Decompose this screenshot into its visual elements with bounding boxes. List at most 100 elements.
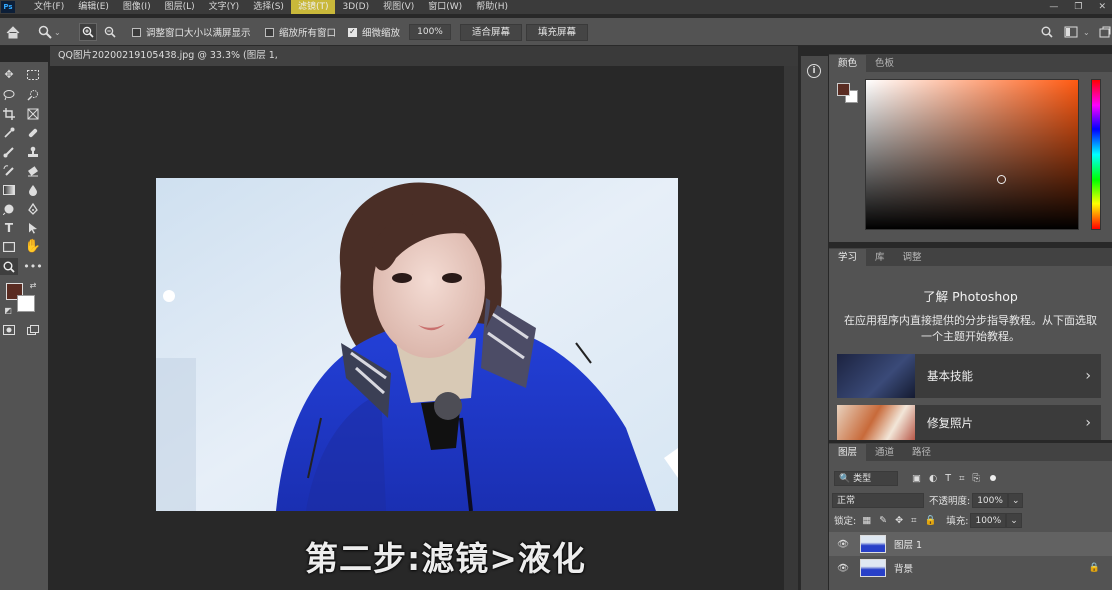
info-icon[interactable]: i — [807, 64, 821, 78]
layer-filter-row: 🔍 类型 ▣◐T⌗⎘ — [834, 467, 997, 489]
home-icon[interactable] — [4, 23, 22, 41]
tab-libraries[interactable]: 库 — [866, 249, 894, 266]
menu-window[interactable]: 窗口(W) — [421, 0, 469, 14]
eraser-tool-icon[interactable] — [24, 162, 42, 179]
chevron-down-icon[interactable]: ⌄ — [1006, 512, 1022, 528]
learn-card-basic-skills[interactable]: 基本技能 › — [837, 354, 1101, 398]
layer-filter-icons[interactable]: ▣◐T⌗⎘ — [912, 473, 988, 484]
screen-mode-icon[interactable] — [24, 321, 42, 338]
zoom-level-value[interactable]: 100% — [409, 24, 451, 40]
zoom-level[interactable]: 100% — [409, 23, 451, 41]
document-tab[interactable]: QQ图片20200219105438.jpg @ 33.3% (图层 1, RG… — [50, 46, 320, 81]
collapsed-panels-strip: i — [800, 56, 828, 590]
menu-layer[interactable]: 图层(L) — [158, 0, 202, 14]
close-window-button[interactable]: ✕ — [1098, 2, 1106, 12]
color-picker-field[interactable] — [865, 79, 1079, 230]
chevron-down-icon[interactable]: ⌄ — [1007, 492, 1024, 508]
learn-card-fix-photo[interactable]: 修复照片 › — [837, 405, 1101, 440]
menu-type[interactable]: 文字(Y) — [202, 0, 247, 14]
zoom-all-windows-option[interactable]: 缩放所有窗口 — [265, 23, 336, 41]
eye-icon[interactable]: 👁 — [835, 539, 851, 550]
blur-tool-icon[interactable] — [24, 181, 42, 198]
resize-windows-checkbox[interactable] — [132, 27, 141, 37]
scrubby-zoom-checkbox[interactable] — [348, 27, 357, 37]
fit-screen-button[interactable]: 适合屏幕 — [460, 23, 523, 41]
layer-row[interactable]: 👁 背景 🔒 — [829, 556, 1112, 580]
zoom-all-windows-checkbox[interactable] — [265, 27, 274, 37]
menu-view[interactable]: 视图(V) — [376, 0, 421, 14]
resize-windows-label: 调整窗口大小以满屏显示 — [146, 28, 251, 39]
type-tool-icon[interactable]: T — [0, 219, 18, 236]
eye-icon[interactable]: 👁 — [835, 563, 851, 574]
tab-swatches[interactable]: 色板 — [866, 55, 903, 72]
healing-brush-tool-icon[interactable] — [24, 124, 42, 141]
tab-color[interactable]: 颜色 — [829, 55, 867, 72]
search-icon[interactable] — [1038, 23, 1056, 41]
layer-name[interactable]: 图层 1 — [894, 537, 922, 551]
menu-filter[interactable]: 滤镜(T) — [290, 0, 336, 14]
menu-image[interactable]: 图像(I) — [116, 0, 158, 14]
default-colors-icon[interactable]: ◩ — [2, 304, 14, 316]
tab-learn[interactable]: 学习 — [829, 249, 867, 266]
hue-slider[interactable] — [1091, 79, 1101, 230]
eyedropper-tool-icon[interactable] — [0, 124, 18, 141]
dodge-tool-icon[interactable] — [0, 200, 18, 217]
opacity-value[interactable]: 100% — [972, 492, 1008, 508]
fill-screen-button[interactable]: 填充屏幕 — [526, 23, 589, 41]
foreground-color-chip[interactable] — [837, 83, 850, 96]
blend-mode-select[interactable]: 正常 — [832, 492, 924, 508]
resize-windows-option[interactable]: 调整窗口大小以满屏显示 — [132, 23, 251, 41]
lock-icons[interactable]: ▦✎✥⌗🔒 — [862, 515, 944, 526]
chevron-down-icon[interactable]: ⌄ — [1083, 23, 1090, 41]
document-image[interactable] — [156, 178, 678, 511]
path-selection-tool-icon[interactable] — [24, 219, 42, 236]
fill-value[interactable]: 100% — [970, 512, 1007, 528]
swap-colors-icon[interactable]: ⇄ — [27, 279, 39, 291]
color-picker-marker[interactable] — [997, 175, 1006, 184]
frame-tool-icon[interactable] — [24, 105, 42, 122]
rectangle-tool-icon[interactable] — [0, 238, 18, 255]
workspace-icon[interactable] — [1062, 23, 1080, 41]
zoom-out-icon[interactable] — [101, 23, 119, 41]
quick-mask-icon[interactable] — [0, 321, 18, 338]
menu-3d[interactable]: 3D(D) — [335, 0, 376, 14]
pen-tool-icon[interactable] — [24, 200, 42, 217]
menu-help[interactable]: 帮助(H) — [469, 0, 515, 14]
fill-label: 填充: — [946, 516, 969, 527]
background-color-swatch[interactable] — [17, 295, 35, 312]
scrubby-zoom-option[interactable]: 细微缩放 — [348, 23, 400, 41]
hand-tool-icon[interactable]: ✋ — [24, 238, 42, 255]
share-icon[interactable] — [1096, 23, 1112, 41]
marquee-tool-icon[interactable] — [24, 66, 42, 83]
chevron-down-icon: ⌄ — [54, 27, 61, 37]
clone-stamp-tool-icon[interactable] — [24, 143, 42, 160]
gradient-tool-icon[interactable] — [0, 181, 18, 198]
tab-adjustments[interactable]: 调整 — [894, 249, 931, 266]
zoom-in-icon[interactable] — [79, 23, 97, 41]
brush-tool-icon[interactable] — [0, 143, 18, 160]
layer-name[interactable]: 背景 — [894, 561, 913, 575]
menu-file[interactable]: 文件(F) — [27, 0, 71, 14]
window-controls: — ❐ ✕ — [1049, 0, 1106, 14]
history-brush-tool-icon[interactable] — [0, 162, 18, 179]
quick-selection-tool-icon[interactable] — [24, 86, 42, 103]
move-tool-icon[interactable]: ✥ — [0, 66, 18, 83]
zoom-tool-icon[interactable] — [0, 258, 18, 275]
layer-filter-kind[interactable]: 🔍 类型 — [834, 470, 898, 486]
layer-row[interactable]: 👁 图层 1 — [829, 532, 1112, 556]
tab-channels[interactable]: 通道 — [866, 444, 903, 461]
zoom-tool-preset[interactable]: ⌄ — [38, 23, 61, 41]
more-tools-icon[interactable]: ••• — [23, 258, 42, 275]
menu-select[interactable]: 选择(S) — [246, 0, 291, 14]
filter-toggle-icon[interactable] — [990, 475, 997, 481]
lasso-tool-icon[interactable] — [0, 86, 18, 103]
menu-edit[interactable]: 编辑(E) — [71, 0, 116, 14]
fit-screen-label[interactable]: 适合屏幕 — [460, 23, 523, 41]
minimize-button[interactable]: — — [1049, 2, 1058, 12]
tab-layers[interactable]: 图层 — [829, 444, 867, 461]
restore-button[interactable]: ❐ — [1074, 2, 1082, 12]
fill-screen-label[interactable]: 填充屏幕 — [526, 23, 589, 41]
canvas-scrollbar[interactable] — [784, 66, 798, 590]
tab-paths[interactable]: 路径 — [903, 444, 940, 461]
crop-tool-icon[interactable] — [0, 105, 18, 122]
